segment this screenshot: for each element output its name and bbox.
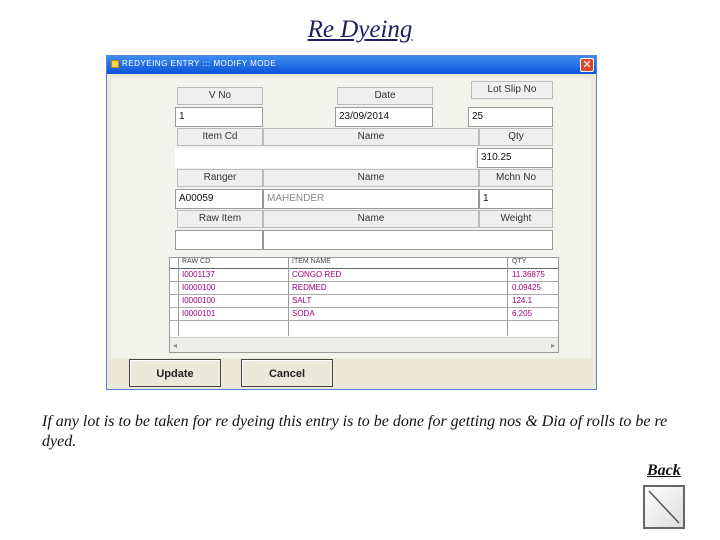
window-titlebar: REDYEING ENTRY ::: MODIFY MODE ✕ [107, 56, 596, 74]
date-field[interactable]: 23/09/2014 [335, 107, 433, 127]
qty-field[interactable]: 310.25 [477, 148, 553, 168]
grid-row[interactable]: I0000100 REDMED 0.09425 [170, 282, 558, 295]
back-link[interactable]: Back [647, 462, 681, 480]
grid-horizontal-scrollbar[interactable]: ◂ ▸ [170, 337, 558, 352]
grid-cell-qty: 11.36875 [512, 270, 545, 279]
mchn-no-label: Mchn No [479, 169, 553, 187]
grid-row[interactable]: I0000101 SODA 6.205 [170, 308, 558, 321]
grid-header-item-name: ITEM NAME [292, 258, 331, 265]
raw-items-grid[interactable]: RAW CD ITEM NAME QTY I0001137 CONGO RED … [169, 257, 559, 353]
slide-note: If any lot is to be taken for re dyeing … [42, 413, 668, 450]
slide-title: Re Dyeing [307, 16, 413, 43]
window-title: REDYEING ENTRY ::: MODIFY MODE [122, 59, 277, 68]
grid-cell-raw-cd: I0000101 [182, 309, 216, 318]
item-cd-label: Item Cd [177, 128, 263, 146]
grid-cell-qty: 124.1 [512, 296, 533, 305]
grid-cell-raw-cd: I0000100 [182, 283, 216, 292]
cancel-button[interactable]: Cancel [241, 359, 333, 387]
scroll-left-icon[interactable]: ◂ [173, 341, 177, 350]
raw-item-field[interactable] [175, 230, 263, 250]
ranger-name-label: Name [263, 169, 479, 187]
grid-header-raw-cd: RAW CD [182, 258, 211, 265]
weight-label: Weight [479, 210, 553, 228]
ranger-label: Ranger [177, 169, 263, 187]
lot-slip-no-label: Lot Slip No [471, 81, 553, 99]
ranger-code-field[interactable]: A00059 [175, 189, 263, 209]
grid-header: RAW CD ITEM NAME QTY [170, 258, 558, 269]
qty-label: Qty [479, 128, 553, 146]
grid-row[interactable]: I0000100 SALT 124.1 [170, 295, 558, 308]
grid-row[interactable]: I0001137 CONGO RED 11.36875 [170, 269, 558, 282]
item-name-label: Name [263, 128, 479, 146]
vno-label: V No [177, 87, 263, 105]
nav-arrow-icon [648, 490, 680, 524]
scroll-right-icon[interactable]: ▸ [551, 341, 555, 350]
grid-cell-item-name: CONGO RED [292, 270, 342, 279]
redyeing-entry-window: REDYEING ENTRY ::: MODIFY MODE ✕ V No Da… [106, 55, 597, 390]
grid-cell-item-name: REDMED [292, 283, 327, 292]
item-code-field[interactable] [175, 148, 475, 168]
close-button[interactable]: ✕ [580, 58, 594, 72]
grid-cell-item-name: SODA [292, 309, 315, 318]
navigation-button[interactable] [643, 485, 685, 529]
lot-slip-no-field[interactable]: 25 [468, 107, 553, 127]
grid-cell-raw-cd: I0000100 [182, 296, 216, 305]
app-icon [111, 59, 119, 68]
vno-field[interactable]: 1 [175, 107, 263, 127]
grid-header-qty: QTY [512, 258, 527, 265]
raw-name-field[interactable] [263, 230, 553, 250]
update-button[interactable]: Update [129, 359, 221, 387]
grid-cell-qty: 0.09425 [512, 283, 541, 292]
ranger-name-field[interactable]: MAHENDER [263, 189, 479, 209]
raw-name-label: Name [263, 210, 479, 228]
grid-cell-raw-cd: I0001137 [182, 270, 215, 279]
grid-cell-item-name: SALT [292, 296, 312, 305]
date-label: Date [337, 87, 433, 105]
mchn-no-field[interactable]: 1 [479, 189, 553, 209]
button-bar: Update Cancel [115, 359, 585, 391]
raw-item-label: Raw Item [177, 210, 263, 228]
grid-cell-qty: 6.205 [512, 309, 533, 318]
